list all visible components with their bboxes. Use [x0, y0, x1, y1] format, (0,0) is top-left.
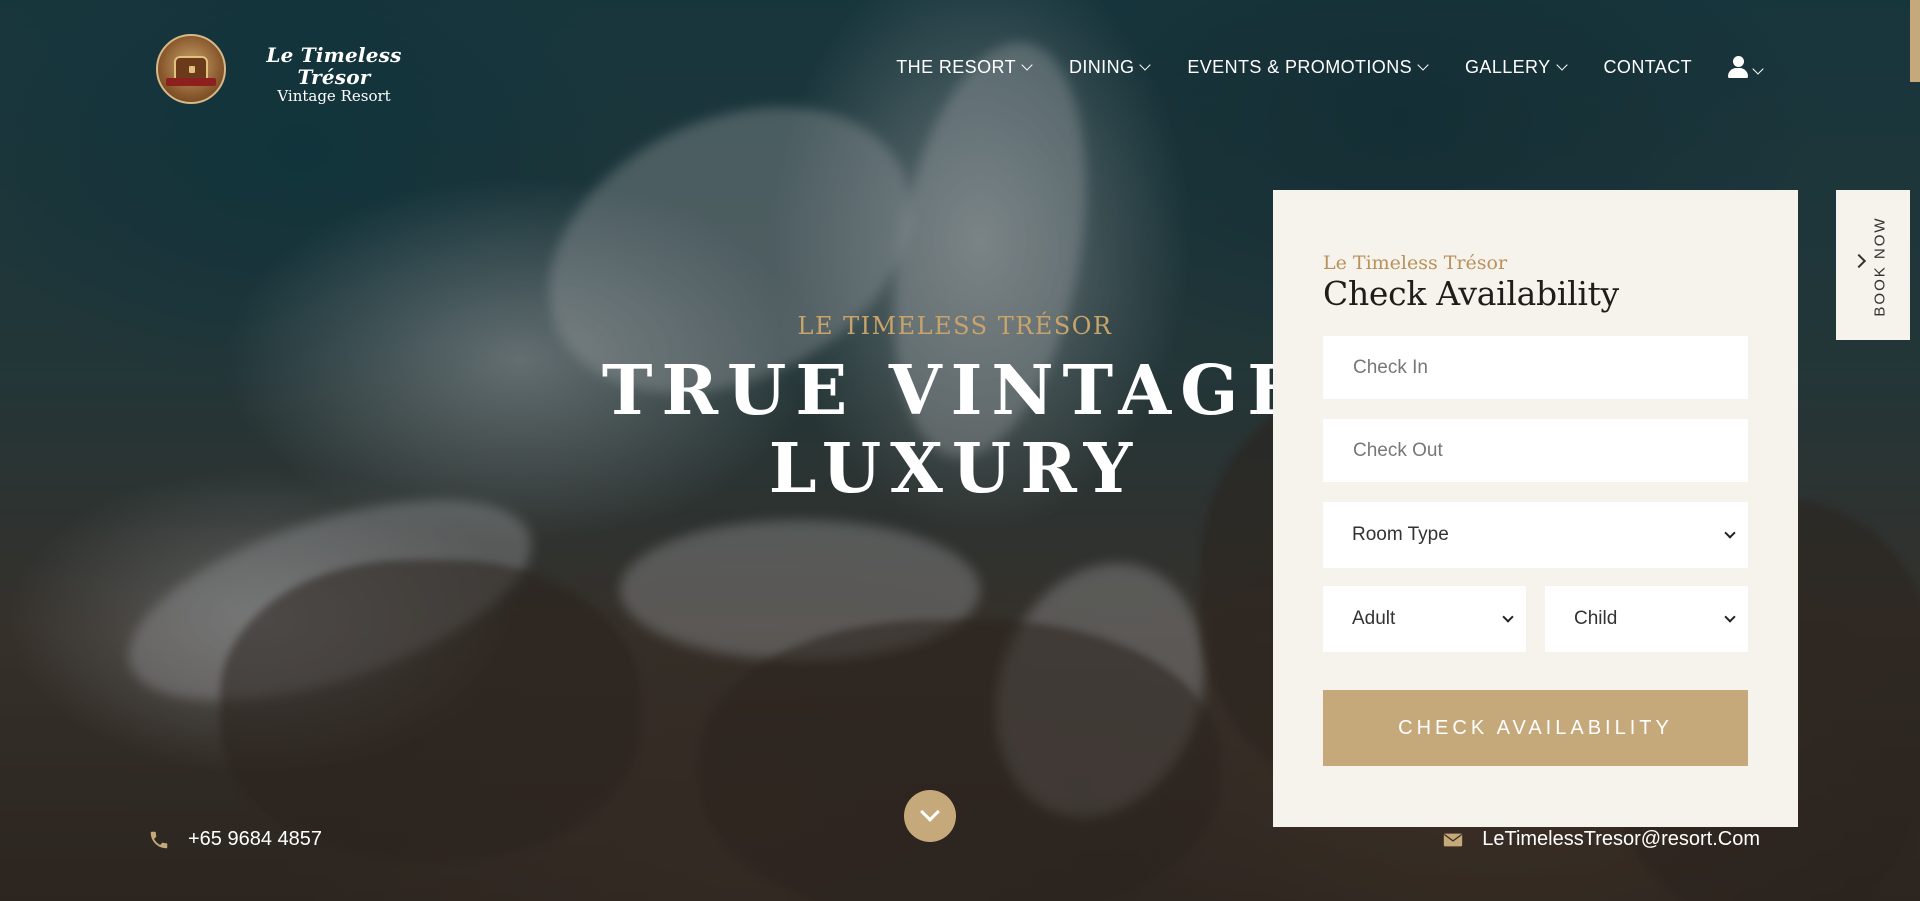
scrollbar[interactable]	[1910, 0, 1920, 901]
chevron-down-icon	[920, 802, 940, 822]
logo-text[interactable]: Le Timeless Trésor Vintage Resort	[246, 44, 422, 104]
envelope-icon	[1442, 829, 1464, 851]
brand-title: Le Timeless Trésor	[266, 43, 402, 89]
child-select[interactable]: Child	[1545, 586, 1748, 652]
booking-title: Check Availability	[1323, 274, 1619, 313]
nav-item-the-resort[interactable]: THE RESORT	[896, 56, 1033, 78]
chevron-down-icon	[1021, 58, 1033, 71]
email-address: LeTimelessTresor@resort.Com	[1482, 828, 1760, 850]
check-availability-button[interactable]: CHECK AVAILABILITY	[1323, 690, 1748, 766]
chevron-down-icon	[1417, 58, 1429, 71]
nav-label: THE RESORT	[896, 56, 1016, 77]
phone-number: +65 9684 4857	[188, 828, 323, 850]
check-in-placeholder: Check In	[1353, 356, 1428, 378]
brand-subtitle: Vintage Resort	[277, 87, 391, 105]
chevron-down-icon	[1724, 526, 1736, 539]
guests-row: Adult Child	[1323, 586, 1748, 670]
room-type-value: Room Type	[1352, 524, 1449, 545]
nav-label: CONTACT	[1603, 56, 1692, 77]
child-value: Child	[1574, 608, 1618, 629]
user-menu-button[interactable]	[1728, 56, 1764, 78]
book-now-tab[interactable]: BOOK NOW	[1836, 190, 1910, 340]
hero-title: TRUE VINTAGE LUXURY	[601, 351, 1309, 509]
check-out-field[interactable]: Check Out	[1323, 419, 1748, 482]
scrollbar-thumb[interactable]	[1910, 0, 1920, 82]
nav-label: EVENTS & PROMOTIONS	[1187, 56, 1413, 77]
chevron-down-icon	[1555, 58, 1568, 71]
nav-item-gallery[interactable]: GALLERY	[1465, 56, 1568, 78]
user-icon	[1728, 56, 1748, 78]
chevron-down-icon	[1502, 610, 1514, 623]
booking-kicker: Le Timeless Trésor	[1323, 252, 1508, 274]
adult-value: Adult	[1352, 608, 1396, 629]
chevron-right-icon	[1851, 253, 1867, 269]
chevron-down-icon	[1139, 58, 1152, 71]
book-now-label: BOOK NOW	[1871, 215, 1889, 317]
nav-item-events-promotions[interactable]: EVENTS & PROMOTIONS	[1187, 56, 1429, 78]
site-header: Le Timeless Trésor Vintage Resort THE RE…	[0, 0, 1920, 130]
adult-select[interactable]: Adult	[1323, 586, 1526, 652]
check-in-field[interactable]: Check In	[1323, 336, 1748, 399]
nav-item-dining[interactable]: DINING	[1068, 56, 1152, 78]
room-type-select[interactable]: Room Type	[1323, 502, 1748, 568]
chevron-down-icon	[1724, 610, 1736, 623]
hero-kicker: LE TIMELESS TRÉSOR	[797, 312, 1113, 340]
main-nav: THE RESORT DINING EVENTS & PROMOTIONS GA…	[858, 55, 1764, 79]
email-contact[interactable]: LeTimelessTresor@resort.Com	[1442, 828, 1760, 851]
scroll-down-button[interactable]	[904, 790, 956, 842]
nav-item-contact[interactable]: CONTACT	[1604, 57, 1692, 78]
booking-panel: Le Timeless Trésor Check Availability Ch…	[1273, 190, 1798, 827]
check-out-placeholder: Check Out	[1353, 439, 1443, 461]
nav-label: DINING	[1068, 56, 1135, 77]
phone-icon	[148, 829, 170, 851]
phone-contact[interactable]: +65 9684 4857	[148, 828, 322, 851]
nav-label: GALLERY	[1465, 56, 1551, 77]
logo-icon[interactable]	[156, 34, 226, 104]
chevron-down-icon	[1752, 63, 1764, 75]
